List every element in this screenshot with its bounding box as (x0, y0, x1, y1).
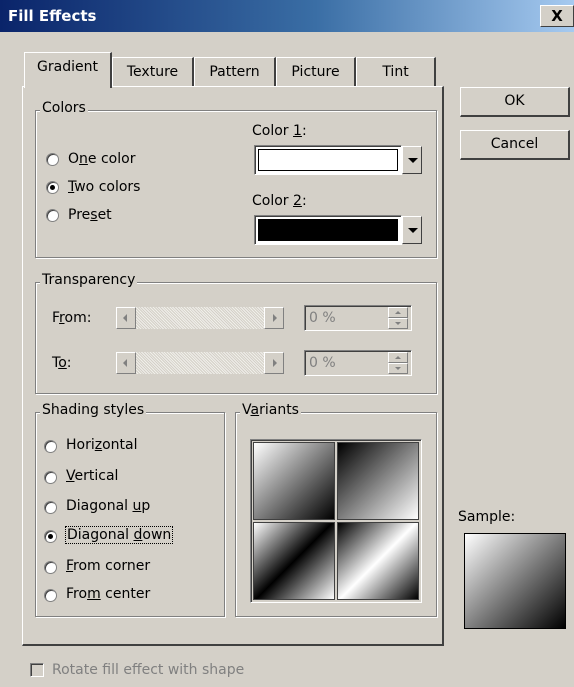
transparency-legend: Transparency (40, 272, 138, 288)
ok-label: OK (504, 93, 525, 109)
radio-button (44, 471, 57, 484)
colors-legend: Colors (40, 100, 88, 116)
colors-group: Colors One color Two colors Preset Color… (35, 100, 437, 258)
cancel-button[interactable]: Cancel (460, 130, 570, 160)
sample-preview (464, 533, 566, 629)
radio-button (44, 530, 57, 543)
gradient-tab-panel: Colors One color Two colors Preset Color… (22, 86, 444, 646)
to-spinner[interactable]: 0 % (304, 350, 412, 376)
radio-label: Preset (68, 207, 112, 223)
radio-button (46, 181, 59, 194)
close-button[interactable]: X (540, 5, 574, 27)
arrow-left-icon (123, 314, 127, 322)
radio-button (44, 561, 57, 574)
arrow-left-icon (123, 359, 127, 367)
radio-label: Diagonal up (66, 498, 151, 514)
title-bar[interactable]: Fill Effects X (0, 0, 574, 32)
to-slider-right[interactable] (264, 352, 284, 374)
window-title: Fill Effects (8, 7, 97, 25)
from-slider-right[interactable] (264, 307, 284, 329)
to-slider-left[interactable] (116, 352, 136, 374)
arrow-up-icon (395, 356, 401, 359)
tab-label: Pattern (209, 64, 260, 80)
tab-label: Picture (291, 64, 340, 80)
arrow-down-icon (395, 322, 401, 325)
color2-dropdown-button[interactable] (402, 216, 422, 244)
radio-label: Diagonal down (65, 526, 174, 544)
radio-label: From corner (66, 558, 151, 574)
from-slider-track[interactable] (136, 307, 264, 329)
tab-label: Tint (382, 64, 409, 80)
to-label: To: (52, 355, 72, 371)
radio-button (44, 440, 57, 453)
close-icon: X (551, 7, 563, 25)
ok-button[interactable]: OK (460, 87, 570, 117)
tab-texture[interactable]: Texture (112, 57, 194, 87)
to-slider[interactable] (116, 352, 284, 374)
variants-group: Variants (235, 402, 437, 617)
tab-tint[interactable]: Tint (356, 57, 436, 87)
to-spin-up[interactable] (388, 352, 408, 363)
radio-button (46, 153, 59, 166)
radio-label: One color (68, 151, 136, 167)
tab-label: Texture (126, 64, 179, 80)
color2-swatch (258, 219, 398, 241)
color1-swatch (258, 149, 398, 171)
radio-label: From center (66, 586, 151, 602)
shading-styles-group: Shading styles Horizontal Vertical Diago… (35, 402, 225, 617)
from-slider[interactable] (116, 307, 284, 329)
color1-dropdown[interactable] (254, 145, 422, 175)
radio-label: Horizontal (66, 437, 138, 453)
tab-label: Gradient (37, 59, 98, 75)
from-label: From: (52, 310, 92, 326)
checkbox-box (30, 663, 44, 677)
chevron-down-icon (408, 228, 418, 233)
from-spinner[interactable]: 0 % (304, 305, 412, 331)
radio-button (44, 501, 57, 514)
radio-label: Vertical (66, 468, 119, 484)
variant-4[interactable] (337, 522, 419, 600)
sample-label: Sample: (458, 509, 516, 525)
color2-label: Color 2: (252, 193, 307, 209)
radio-button (44, 589, 57, 602)
arrow-right-icon (273, 359, 277, 367)
tab-gradient[interactable]: Gradient (24, 52, 112, 88)
shading-legend: Shading styles (40, 402, 147, 418)
transparency-group: Transparency From: 0 % To: 0 % (35, 272, 437, 394)
variant-3[interactable] (253, 522, 335, 600)
color2-dropdown[interactable] (254, 215, 422, 245)
variants-grid (250, 439, 422, 603)
radio-label: Two colors (68, 179, 141, 195)
variant-1[interactable] (253, 442, 335, 520)
arrow-down-icon (395, 367, 401, 370)
chevron-down-icon (408, 158, 418, 163)
variant-2[interactable] (337, 442, 419, 520)
from-spin-up[interactable] (388, 307, 408, 318)
color1-label: Color 1: (252, 123, 307, 139)
to-spin-down[interactable] (388, 363, 408, 374)
from-spin-down[interactable] (388, 318, 408, 329)
radio-button (46, 209, 59, 222)
from-slider-left[interactable] (116, 307, 136, 329)
to-slider-track[interactable] (136, 352, 264, 374)
tab-picture[interactable]: Picture (276, 57, 356, 87)
arrow-up-icon (395, 311, 401, 314)
color2-swatch-frame (254, 215, 402, 245)
color1-swatch-frame (254, 145, 402, 175)
variants-legend: Variants (240, 402, 301, 418)
cancel-label: Cancel (490, 136, 539, 152)
tab-pattern[interactable]: Pattern (194, 57, 276, 87)
rotate-label: Rotate fill effect with shape (52, 662, 245, 678)
arrow-right-icon (273, 314, 277, 322)
color1-dropdown-button[interactable] (402, 146, 422, 174)
